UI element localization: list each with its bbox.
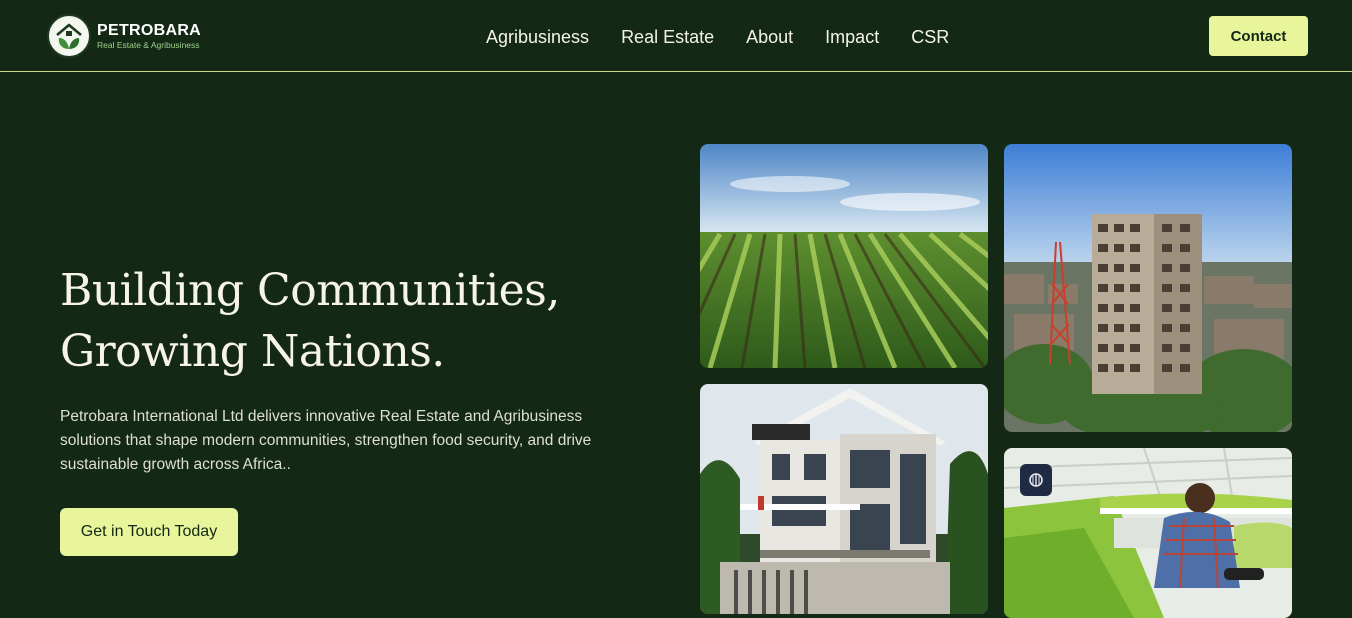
hero-title-line-1: Building Communities, xyxy=(60,265,560,316)
brand-tagline: Real Estate & Agribusiness xyxy=(97,40,200,50)
nav-item-agribusiness[interactable]: Agribusiness xyxy=(486,26,589,48)
logo-house-leaf-icon xyxy=(47,14,91,58)
greenhouse-farmer-photo xyxy=(1004,448,1292,618)
residential-house-photo xyxy=(700,384,988,614)
high-rise-building-photo xyxy=(1004,144,1292,432)
nav-item-csr[interactable]: CSR xyxy=(911,26,949,48)
gallery-badge-icon[interactable] xyxy=(1020,464,1052,496)
brand-logo[interactable]: PETROBARA Real Estate & Agribusiness xyxy=(47,14,201,58)
site-header: PETROBARA Real Estate & Agribusiness Agr… xyxy=(0,0,1352,72)
contact-button[interactable]: Contact xyxy=(1209,16,1308,56)
hero-title: Building Communities, Growing Nations. xyxy=(60,260,660,382)
get-in-touch-button[interactable]: Get in Touch Today xyxy=(60,508,238,556)
brand-name: PETROBARA xyxy=(97,22,202,39)
nav-item-impact[interactable]: Impact xyxy=(825,26,879,48)
hero-description: Petrobara International Ltd delivers inn… xyxy=(60,408,592,473)
hero-title-line-2: Growing Nations. xyxy=(60,326,445,377)
nav-item-real-estate[interactable]: Real Estate xyxy=(621,26,714,48)
crop-field-photo xyxy=(700,144,988,368)
main-nav: Agribusiness Real Estate About Impact CS… xyxy=(486,26,949,48)
nav-item-about[interactable]: About xyxy=(746,26,793,48)
